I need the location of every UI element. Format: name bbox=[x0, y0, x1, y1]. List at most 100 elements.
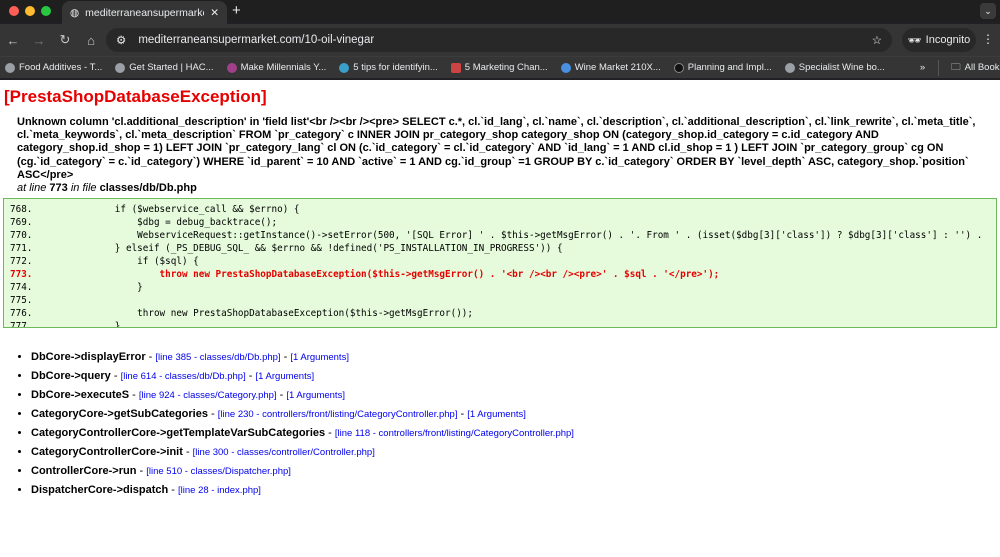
bookmark-item[interactable]: Get Started | HAC... bbox=[115, 62, 214, 73]
bookmark-item[interactable]: Wine Market 210X... bbox=[560, 62, 661, 73]
trace-item: CategoryControllerCore->getTemplateVarSu… bbox=[31, 426, 574, 445]
trace-arguments-link[interactable]: [1 Arguments] bbox=[467, 409, 526, 420]
code-line: 774. } bbox=[10, 281, 990, 294]
tab-active[interactable]: ◍ mediterraneansupermarket.com ✕ bbox=[62, 1, 227, 24]
bookmark-item[interactable]: 5 Marketing Chan... bbox=[450, 62, 548, 73]
code-line: 770. WebserviceRequest::getInstance()->s… bbox=[10, 229, 990, 242]
trace-location-link[interactable]: [line 385 - classes/db/Db.php] bbox=[155, 352, 280, 363]
bookmark-favicon-icon bbox=[339, 62, 350, 73]
trace-location-link[interactable]: [line 300 - classes/controller/Controlle… bbox=[193, 447, 375, 458]
line-code: } bbox=[70, 321, 121, 328]
bookmark-favicon-icon bbox=[226, 62, 237, 73]
browser-chrome: ◍ mediterraneansupermarket.com ✕ + ⌄ ← →… bbox=[0, 0, 1000, 80]
bookmark-item[interactable]: Planning and Impl... bbox=[673, 62, 772, 73]
trace-item: DbCore->query - [line 614 - classes/db/D… bbox=[31, 369, 574, 388]
trace-function: DbCore->displayError bbox=[31, 351, 146, 363]
close-window-button[interactable] bbox=[9, 6, 19, 16]
line-code: throw new PrestaShopDatabaseException($t… bbox=[70, 269, 720, 280]
bookmarks-bar: Food Additives - T... Get Started | HAC.… bbox=[0, 56, 1000, 78]
bookmark-item[interactable]: 5 tips for identifyin... bbox=[339, 62, 438, 73]
trace-location-link[interactable]: [line 924 - classes/Category.php] bbox=[139, 390, 277, 401]
all-bookmarks-button[interactable]: 🗀All Bookmarks bbox=[938, 59, 1000, 76]
line-number: 776. bbox=[10, 308, 33, 319]
globe-icon: ◍ bbox=[70, 6, 80, 19]
trace-location-link[interactable]: [line 118 - controllers/front/listing/Ca… bbox=[335, 428, 574, 439]
minimize-window-button[interactable] bbox=[25, 6, 35, 16]
address-bar[interactable]: ⚙ mediterraneansupermarket.com/10-oil-vi… bbox=[106, 28, 892, 52]
home-button[interactable]: ⌂ bbox=[78, 33, 104, 48]
new-tab-button[interactable]: + bbox=[232, 2, 241, 19]
code-line: 777. } bbox=[10, 320, 990, 328]
trace-function: DbCore->executeS bbox=[31, 389, 130, 401]
line-code: WebserviceRequest::getInstance()->setErr… bbox=[70, 230, 983, 241]
trace-arguments-link[interactable]: [1 Arguments] bbox=[290, 352, 349, 363]
code-line: 773. throw new PrestaShopDatabaseExcepti… bbox=[10, 268, 990, 281]
code-line: 776. throw new PrestaShopDatabaseExcepti… bbox=[10, 307, 990, 320]
code-line: 775. bbox=[10, 294, 990, 307]
trace-location-link[interactable]: [line 614 - classes/db/Db.php] bbox=[121, 371, 246, 382]
line-code: } elseif (_PS_DEBUG_SQL_ && $errno && !d… bbox=[70, 243, 563, 254]
line-code: $dbg = debug_backtrace(); bbox=[70, 217, 278, 228]
bookmark-star-icon[interactable]: ☆ bbox=[872, 33, 882, 47]
code-line: 771. } elseif (_PS_DEBUG_SQL_ && $errno … bbox=[10, 242, 990, 255]
trace-function: DispatcherCore->dispatch bbox=[31, 484, 169, 496]
bookmark-favicon-icon bbox=[450, 62, 461, 73]
line-number: 768. bbox=[10, 204, 33, 215]
stack-trace: DbCore->displayError - [line 385 - class… bbox=[31, 350, 574, 502]
code-excerpt: 768. if ($webservice_call && $errno) {76… bbox=[3, 198, 997, 328]
trace-location-link[interactable]: [line 230 - controllers/front/listing/Ca… bbox=[218, 409, 458, 420]
trace-item: DbCore->executeS - [line 924 - classes/C… bbox=[31, 388, 574, 407]
trace-item: DbCore->displayError - [line 385 - class… bbox=[31, 350, 574, 369]
trace-function: ControllerCore->run bbox=[31, 465, 137, 477]
bookmark-item[interactable]: Specialist Wine bo... bbox=[784, 62, 885, 73]
code-line: 769. $dbg = debug_backtrace(); bbox=[10, 216, 990, 229]
forward-button[interactable]: → bbox=[26, 33, 52, 48]
incognito-badge[interactable]: 🕶 Incognito bbox=[902, 28, 976, 52]
site-info-icon[interactable]: ⚙ bbox=[116, 33, 126, 47]
trace-function: DbCore->query bbox=[31, 370, 111, 382]
line-number: 774. bbox=[10, 282, 33, 293]
line-number: 770. bbox=[10, 230, 33, 241]
tab-close-icon[interactable]: ✕ bbox=[210, 7, 219, 19]
line-code: if ($webservice_call && $errno) { bbox=[70, 204, 300, 215]
bookmark-item[interactable]: Food Additives - T... bbox=[5, 62, 102, 73]
back-button[interactable]: ← bbox=[0, 33, 26, 48]
line-number: 773. bbox=[10, 269, 33, 280]
trace-item: ControllerCore->run - [line 510 - classe… bbox=[31, 464, 574, 483]
tab-bar: ◍ mediterraneansupermarket.com ✕ + ⌄ bbox=[0, 0, 1000, 24]
line-number: 775. bbox=[10, 295, 33, 306]
trace-location-link[interactable]: [line 28 - index.php] bbox=[178, 485, 261, 496]
line-code: } bbox=[70, 282, 143, 293]
error-location: at line 773 in file classes/db/Db.php bbox=[17, 182, 197, 195]
trace-function: CategoryControllerCore->init bbox=[31, 446, 183, 458]
reload-button[interactable]: ↻ bbox=[52, 32, 78, 48]
line-number: 777. bbox=[10, 321, 33, 328]
trace-arguments-link[interactable]: [1 Arguments] bbox=[256, 371, 315, 382]
maximize-window-button[interactable] bbox=[41, 6, 51, 16]
trace-arguments-link[interactable]: [1 Arguments] bbox=[286, 390, 345, 401]
trace-location-link[interactable]: [line 510 - classes/Dispatcher.php] bbox=[146, 466, 291, 477]
url-text[interactable]: mediterraneansupermarket.com/10-oil-vine… bbox=[138, 34, 871, 46]
bookmark-favicon-icon bbox=[115, 62, 126, 73]
trace-item: DispatcherCore->dispatch - [line 28 - in… bbox=[31, 483, 574, 502]
toolbar: ← → ↻ ⌂ ⚙ mediterraneansupermarket.com/1… bbox=[0, 24, 1000, 56]
line-code: throw new PrestaShopDatabaseException($t… bbox=[70, 308, 473, 319]
line-number: 769. bbox=[10, 217, 33, 228]
line-number: 772. bbox=[10, 256, 33, 267]
trace-item: CategoryControllerCore->init - [line 300… bbox=[31, 445, 574, 464]
error-message: Unknown column 'cl.additional_descriptio… bbox=[17, 116, 997, 195]
bookmark-favicon-icon bbox=[5, 62, 15, 73]
tab-search-button[interactable]: ⌄ bbox=[980, 3, 996, 19]
more-bookmarks-button[interactable]: » bbox=[920, 62, 925, 73]
bookmark-item[interactable]: Make Millennials Y... bbox=[226, 62, 326, 73]
menu-icon[interactable]: ⋮ bbox=[982, 32, 994, 46]
line-code: if ($sql) { bbox=[70, 256, 199, 267]
bookmark-favicon-icon bbox=[560, 62, 571, 73]
code-line: 768. if ($webservice_call && $errno) { bbox=[10, 203, 990, 216]
bookmark-favicon-icon bbox=[784, 62, 795, 73]
error-sql-message: Unknown column 'cl.additional_descriptio… bbox=[17, 116, 976, 181]
trace-function: CategoryCore->getSubCategories bbox=[31, 408, 208, 420]
trace-item: CategoryCore->getSubCategories - [line 2… bbox=[31, 407, 574, 426]
trace-function: CategoryControllerCore->getTemplateVarSu… bbox=[31, 427, 326, 439]
incognito-icon: 🕶 bbox=[907, 34, 922, 47]
